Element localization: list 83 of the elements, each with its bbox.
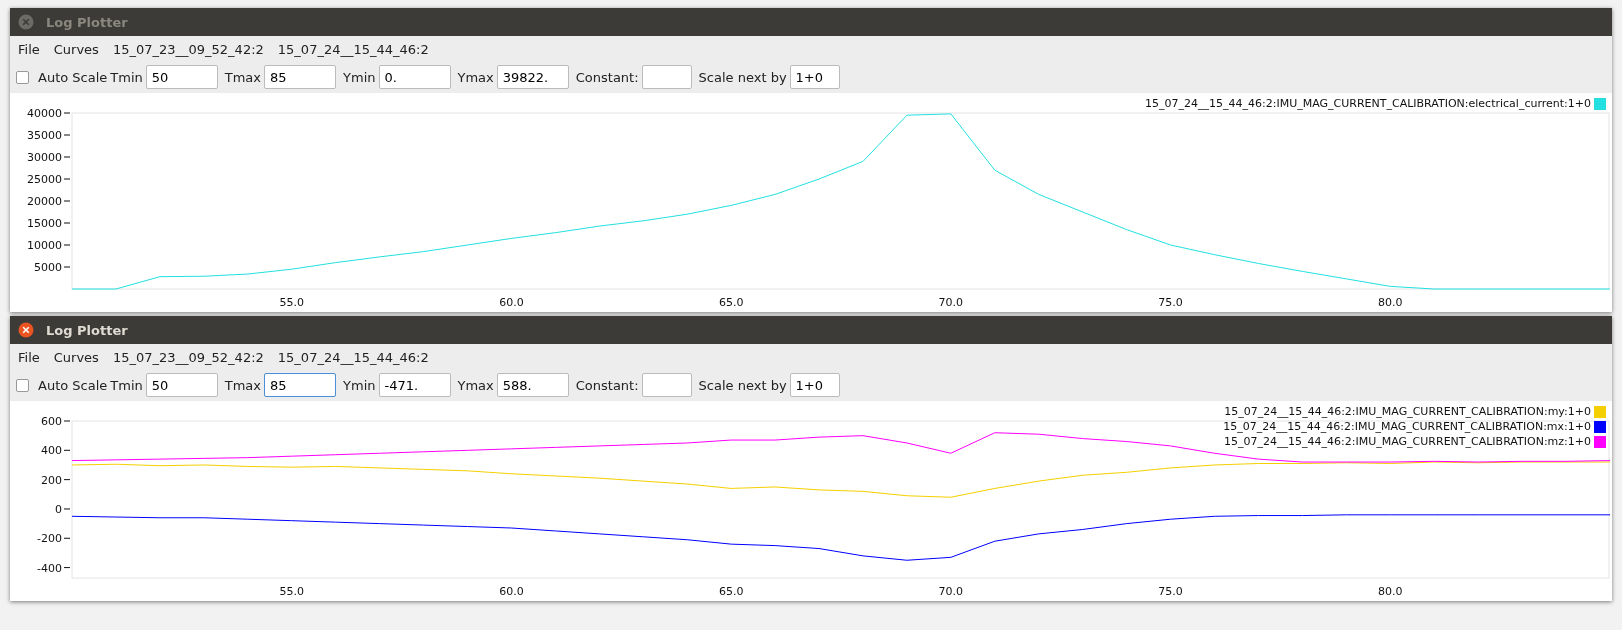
y-tick-mark	[63, 537, 71, 539]
y-tick-mark	[63, 222, 71, 224]
x-tick-label: 70.0	[938, 585, 964, 598]
x-tick-label: 65.0	[718, 585, 744, 598]
y-tick-mark	[63, 112, 71, 114]
y-tick-mark	[63, 178, 71, 180]
legend-label: 15_07_24__15_44_46:2:IMU_MAG_CURRENT_CALIBRATION:my:1+0	[1224, 405, 1591, 418]
y-tick-label: 400	[41, 444, 62, 458]
menu-item[interactable]: 15_07_24__15_44_46:2	[277, 40, 429, 59]
legend-label: 15_07_24__15_44_46:2:IMU_MAG_CURRENT_CALIBRATION:mx:1+0	[1223, 420, 1591, 433]
field-label: Ymin	[343, 69, 376, 85]
y-tick-mark	[63, 567, 71, 569]
checkbox-label: Auto Scale	[38, 377, 108, 393]
y-tick-mark	[63, 200, 71, 202]
field-label: Scale next by	[698, 377, 787, 393]
input-field[interactable]: 0.	[378, 65, 451, 89]
field-label: Ymax	[457, 377, 494, 393]
menu-item[interactable]: 15_07_24__15_44_46:2	[277, 348, 429, 367]
y-tick-label: 0	[55, 502, 62, 516]
input-field[interactable]: 39822.	[496, 65, 569, 89]
y-tick-label: 30000	[27, 151, 62, 164]
y-tick-mark	[63, 508, 71, 510]
window-title: Log Plotter	[46, 322, 128, 338]
input-field[interactable]: 50	[145, 65, 218, 89]
y-tick-mark	[63, 266, 71, 268]
menu-item[interactable]: 15_07_23__09_52_42:2	[112, 348, 264, 367]
input-field[interactable]	[641, 373, 692, 397]
x-tick-label: 60.0	[499, 296, 524, 309]
input-field[interactable]: 1+0	[789, 373, 840, 397]
y-tick-mark	[63, 479, 71, 481]
y-tick-mark	[63, 449, 71, 451]
menu-item[interactable]: File	[18, 348, 40, 367]
x-tick-label: 65.0	[718, 296, 744, 309]
legend-label: 15_07_24__15_44_46:2:IMU_MAG_CURRENT_CALIBRATION:mz:1+0	[1224, 435, 1591, 448]
x-tick-label: 55.0	[279, 296, 304, 309]
close-icon[interactable]	[18, 322, 34, 338]
field-label: Tmax	[224, 69, 262, 85]
input-field[interactable]: 85	[264, 373, 337, 397]
y-tick-mark	[63, 244, 71, 246]
y-tick-mark	[63, 134, 71, 136]
x-tick-label: 60.0	[499, 585, 524, 598]
input-field[interactable]: -471.	[378, 373, 451, 397]
field-label: Tmin	[110, 69, 143, 85]
menu-item[interactable]: 15_07_23__09_52_42:2	[112, 40, 264, 59]
menu-item[interactable]: Curves	[53, 40, 99, 59]
y-tick-label: -400	[37, 561, 62, 575]
y-tick-label: 600	[41, 415, 62, 428]
y-tick-label: 10000	[27, 239, 62, 252]
window-title: Log Plotter	[46, 14, 128, 30]
input-field[interactable]	[641, 65, 692, 89]
input-field[interactable]: 50	[145, 373, 218, 397]
x-tick-label: 55.0	[279, 585, 304, 598]
field-label: Constant:	[575, 377, 639, 393]
x-tick-label: 75.0	[1158, 585, 1183, 598]
y-tick-label: -200	[37, 532, 62, 546]
field-label: Ymax	[457, 69, 494, 85]
checkbox-label: Auto Scale	[38, 69, 108, 85]
input-field[interactable]: 85	[264, 65, 337, 89]
x-tick-label: 70.0	[938, 296, 964, 309]
y-tick-label: 5000	[34, 261, 62, 274]
menu-item[interactable]: File	[18, 40, 40, 59]
legend-label: 15_07_24__15_44_46:2:IMU_MAG_CURRENT_CALIBRATION:electrical_current:1+0	[1145, 97, 1591, 110]
menu-item[interactable]: Curves	[53, 348, 99, 367]
field-label: Tmax	[224, 377, 262, 393]
input-field[interactable]: 588.	[496, 373, 569, 397]
x-tick-label: 75.0	[1158, 296, 1183, 309]
input-field[interactable]: 1+0	[789, 65, 840, 89]
y-tick-mark	[63, 420, 71, 422]
field-label: Constant:	[575, 69, 639, 85]
y-tick-label: 15000	[27, 217, 62, 230]
checkbox[interactable]	[16, 70, 29, 84]
x-tick-label: 80.0	[1378, 296, 1403, 309]
field-label: Tmin	[110, 377, 143, 393]
field-label: Ymin	[343, 377, 376, 393]
y-tick-label: 200	[41, 473, 62, 487]
y-tick-label: 35000	[27, 129, 62, 142]
y-tick-mark	[63, 156, 71, 158]
checkbox[interactable]	[16, 378, 29, 392]
y-tick-label: 40000	[27, 107, 62, 120]
field-label: Scale next by	[698, 69, 787, 85]
y-tick-label: 25000	[27, 173, 62, 186]
x-tick-label: 80.0	[1378, 585, 1403, 598]
y-tick-label: 20000	[27, 195, 62, 208]
